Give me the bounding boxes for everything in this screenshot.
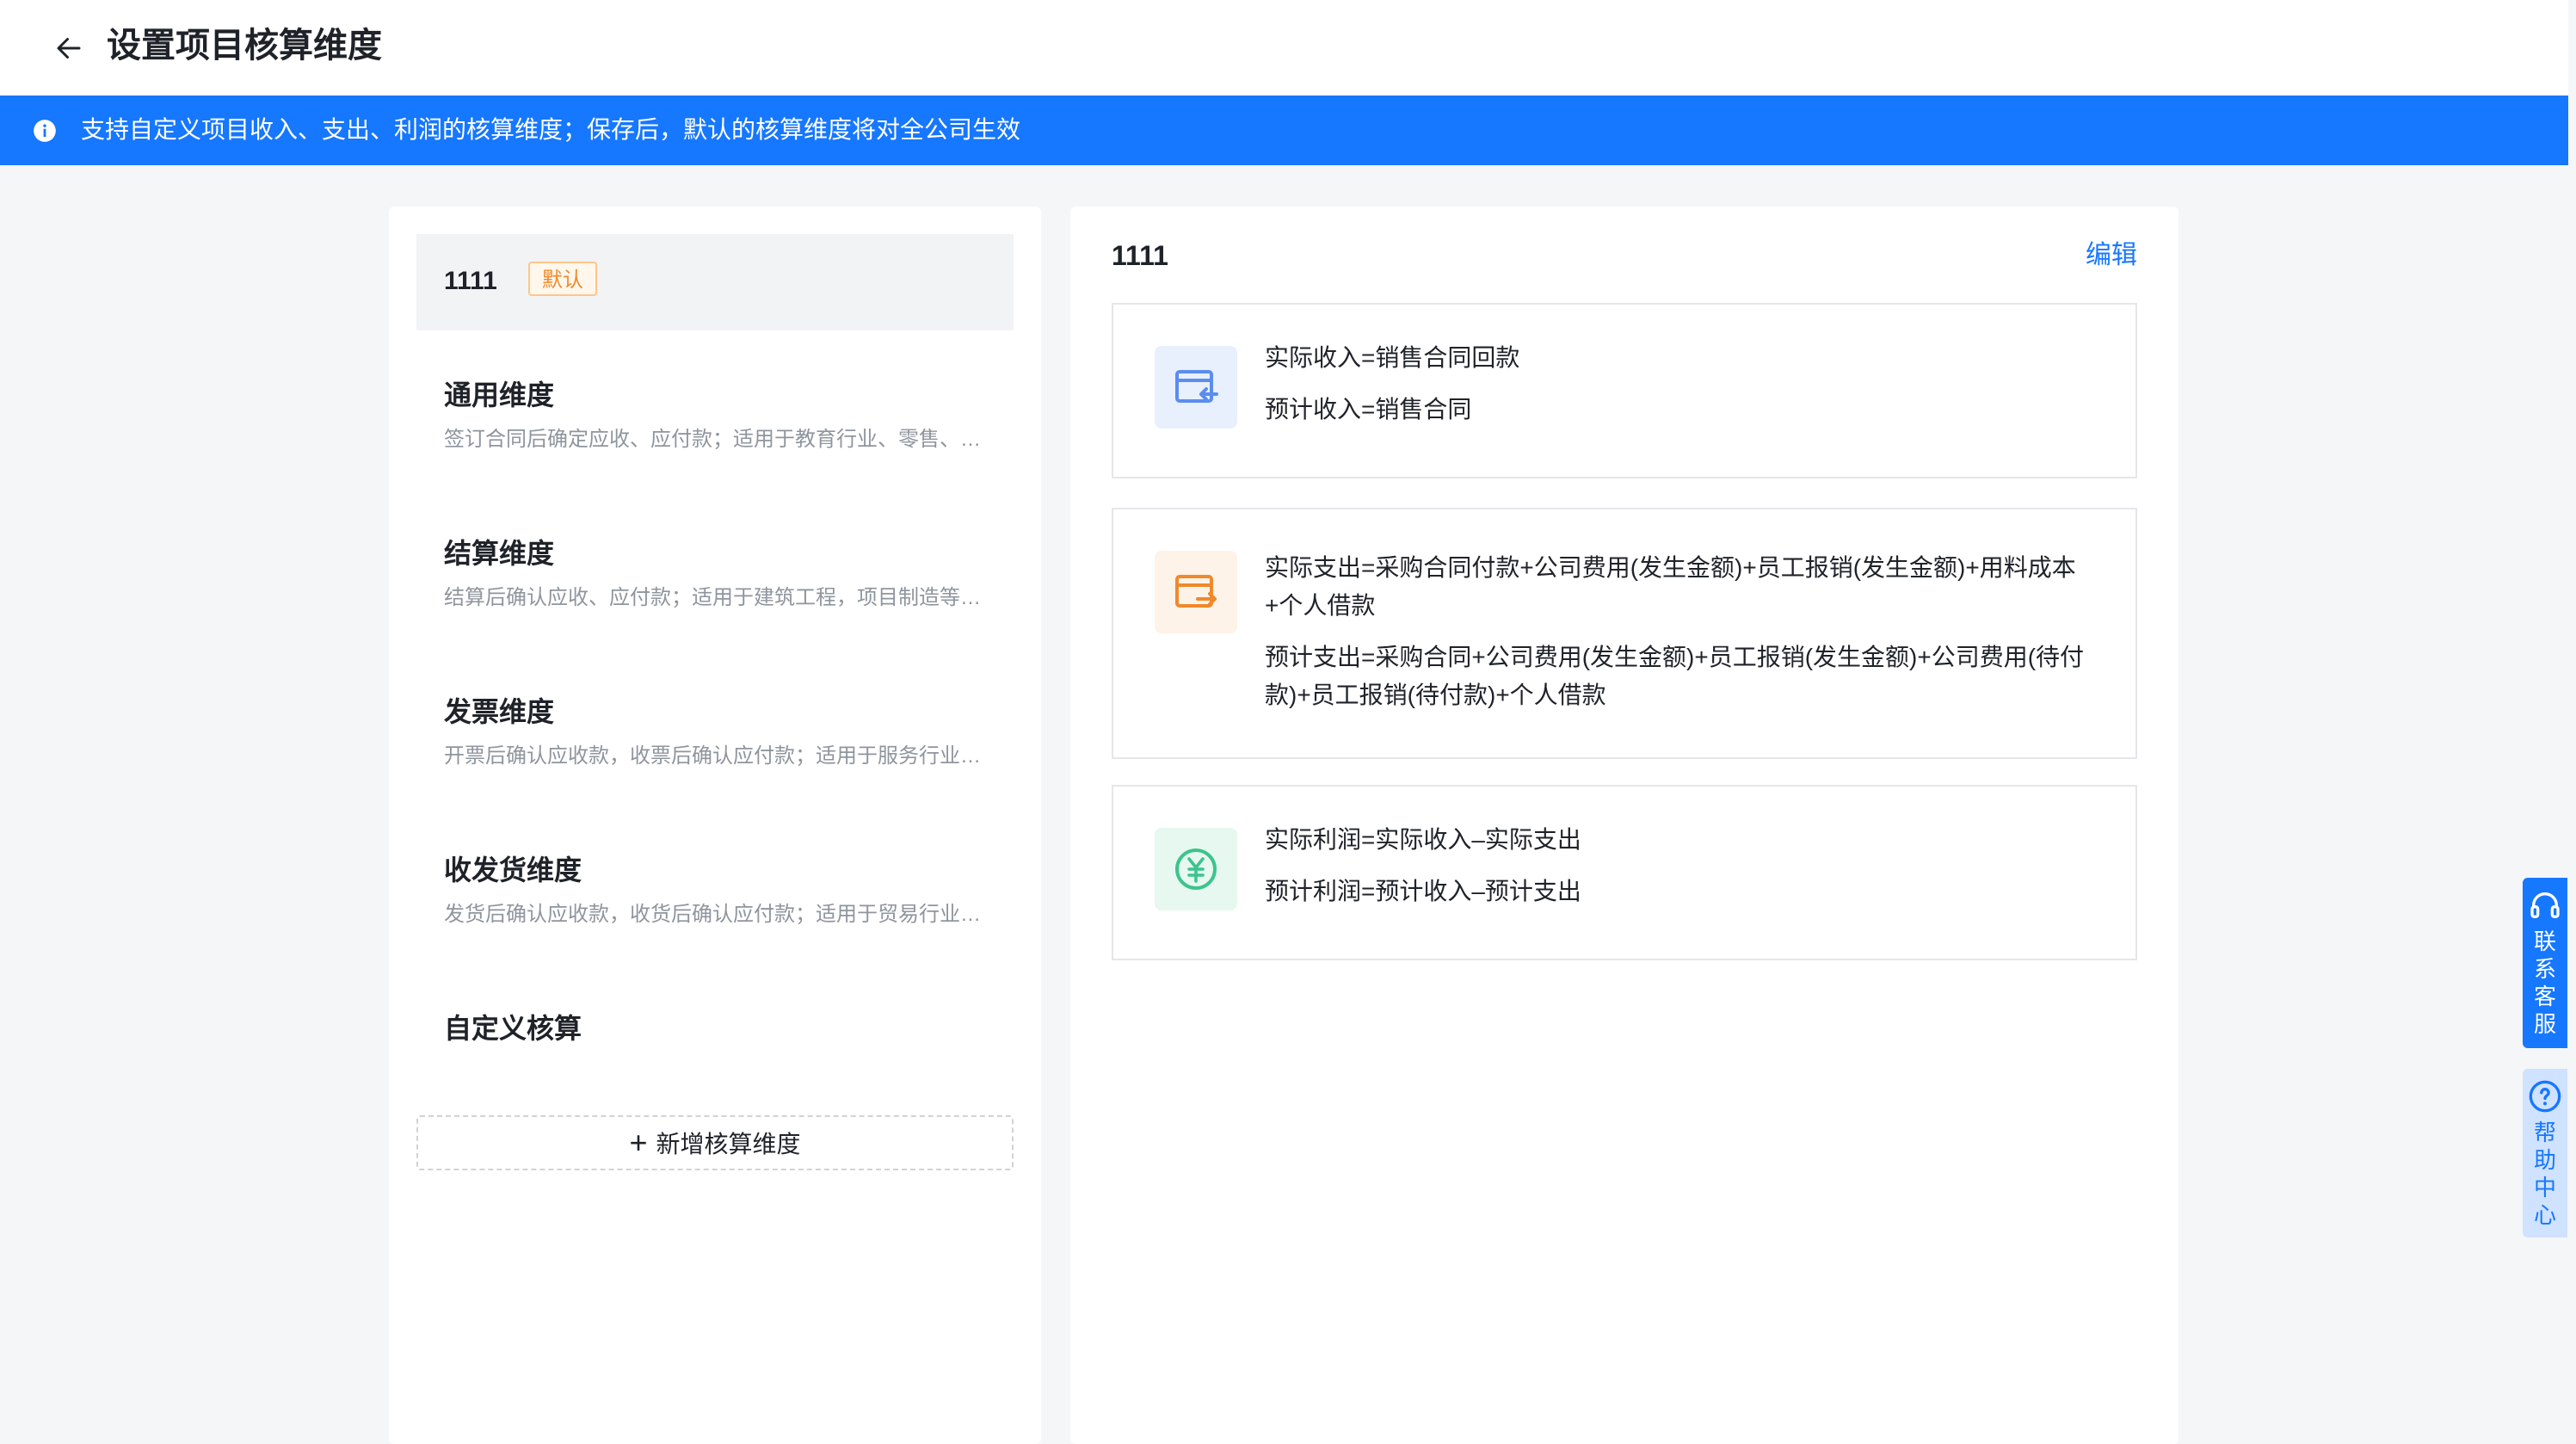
dimension-desc: 签订合同后确定应收、应付款；适用于教育行业、零售、…: [444, 428, 981, 451]
formula-line: 预计收入=销售合同: [1265, 396, 1472, 423]
info-icon: [34, 120, 56, 142]
dimension-list-panel: 1111 默认 通用维度 签订合同后确定应收、应付款；适用于教育行业、零售、… …: [389, 207, 1041, 1444]
add-dimension-button[interactable]: + 新增核算维度: [416, 1115, 1014, 1170]
page-title: 设置项目核算维度: [107, 27, 382, 65]
dimension-name: 通用维度: [444, 380, 555, 410]
dimension-detail-panel: 1111 编辑 实际收入=销售合同回款 预计收入=销售合同 实际支出=采购合同付…: [1070, 207, 2179, 1444]
dimension-desc: 发货后确认应收款，收货后确认应付款；适用于贸易行业…: [444, 903, 981, 926]
expense-icon: [1155, 551, 1237, 633]
dimension-item-shipping[interactable]: 收发货维度 发货后确认应收款，收货后确认应付款；适用于贸易行业…: [416, 826, 1014, 955]
formula-line: 实际收入=销售合同回款: [1265, 344, 1520, 371]
dimension-item-settlement[interactable]: 结算维度 结算后确认应收、应付款；适用于建筑工程，项目制造等…: [416, 509, 1014, 639]
dimension-item-custom[interactable]: 自定义核算: [416, 984, 1014, 1079]
income-icon: [1155, 346, 1237, 429]
formula-line: 预计利润=预计收入–预计支出: [1265, 878, 1581, 904]
income-formula-card: 实际收入=销售合同回款 预计收入=销售合同: [1112, 303, 2137, 478]
dimension-item-invoice[interactable]: 发票维度 开票后确认应收款，收票后确认应付款；适用于服务行业…: [416, 668, 1014, 797]
info-text: 支持自定义项目收入、支出、利润的核算维度；保存后，默认的核算维度将对全公司生效: [81, 116, 1021, 143]
dimension-item-general[interactable]: 通用维度 签订合同后确定应收、应付款；适用于教育行业、零售、…: [416, 351, 1014, 480]
dimension-name: 自定义核算: [444, 1013, 582, 1044]
headset-icon: [2530, 892, 2560, 918]
info-banner: 支持自定义项目收入、支出、利润的核算维度；保存后，默认的核算维度将对全公司生效: [0, 96, 2568, 165]
expense-formula-card: 实际支出=采购合同付款+公司费用(发生金额)+员工报销(发生金额)+用料成本+个…: [1112, 508, 2137, 759]
dimension-item-default[interactable]: 1111 默认: [416, 234, 1014, 330]
dimension-name: 结算维度: [444, 538, 555, 569]
formula-line: 实际支出=采购合同付款+公司费用(发生金额)+员工报销(发生金额)+用料成本+个…: [1265, 554, 2076, 619]
formula-line: 预计支出=采购合同+公司费用(发生金额)+员工报销(发生金额)+公司费用(待付款…: [1265, 644, 2085, 708]
contact-support-label: 联系客服: [2534, 929, 2557, 1037]
back-button[interactable]: [45, 24, 93, 72]
question-circle-icon: [2529, 1080, 2561, 1113]
expense-formula-lines: 实际支出=采购合同付款+公司费用(发生金额)+员工报销(发生金额)+用料成本+个…: [1265, 549, 2091, 728]
profit-formula-lines: 实际利润=实际收入–实际支出 预计利润=预计收入–预计支出: [1265, 821, 2091, 924]
formula-line: 实际利润=实际收入–实际支出: [1265, 826, 1581, 853]
help-center-label: 帮助中心: [2534, 1120, 2557, 1228]
dimension-name: 收发货维度: [444, 855, 582, 886]
arrow-left-icon: [57, 38, 81, 59]
dimension-name: 发票维度: [444, 696, 555, 727]
profit-formula-card: 实际利润=实际收入–实际支出 预计利润=预计收入–预计支出: [1112, 785, 2137, 960]
profit-icon: [1155, 828, 1237, 910]
add-dimension-label: 新增核算维度: [656, 1131, 801, 1157]
contact-support-button[interactable]: 联系客服: [2523, 878, 2567, 1048]
dimension-desc: 开票后确认应收款，收票后确认应付款；适用于服务行业…: [444, 744, 981, 768]
default-badge: 默认: [528, 262, 597, 296]
plus-icon: +: [629, 1125, 648, 1160]
income-formula-lines: 实际收入=销售合同回款 预计收入=销售合同: [1265, 339, 2091, 442]
detail-title: 1111: [1112, 240, 1168, 271]
help-center-button[interactable]: 帮助中心: [2523, 1069, 2567, 1237]
dimension-name: 1111: [444, 267, 497, 295]
edit-button[interactable]: 编辑: [2086, 236, 2137, 275]
dimension-desc: 结算后确认应收、应付款；适用于建筑工程，项目制造等…: [444, 586, 981, 609]
page-header: 设置项目核算维度: [0, 0, 2568, 96]
